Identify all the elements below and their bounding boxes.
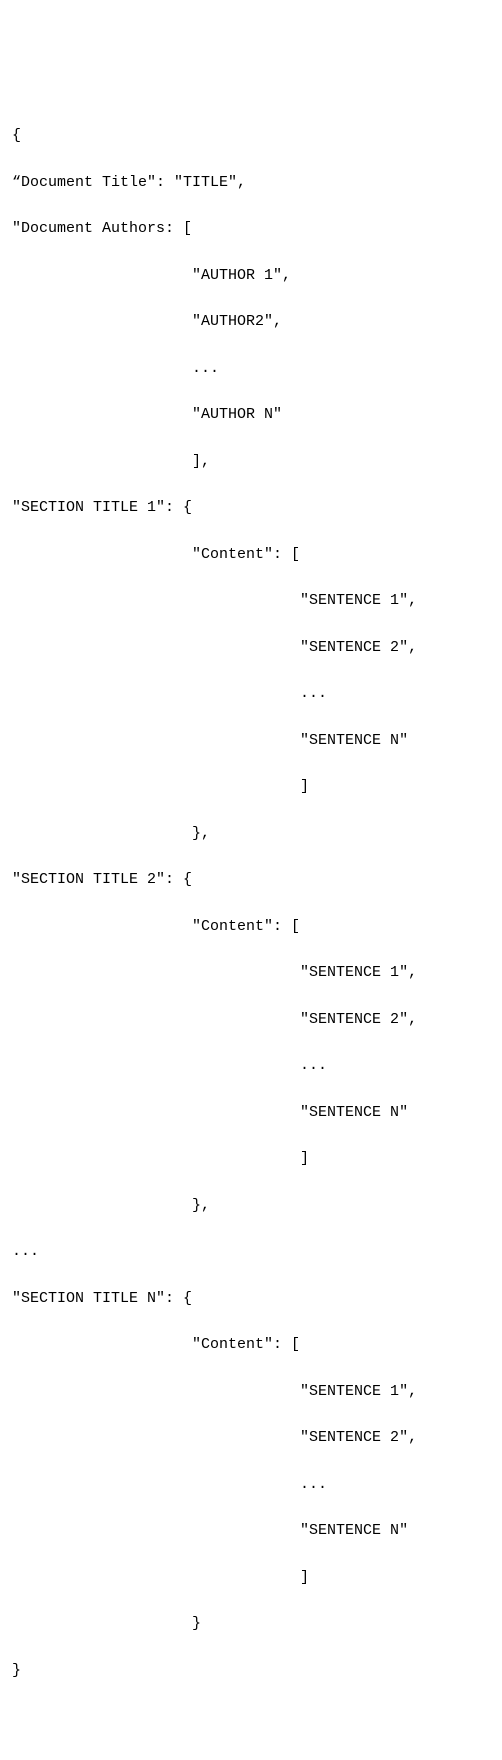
code-line: "SENTENCE N" bbox=[12, 729, 490, 752]
code-line: ... bbox=[12, 1473, 490, 1496]
code-line: "SENTENCE 1", bbox=[12, 1380, 490, 1403]
code-line: "SENTENCE 2", bbox=[12, 1426, 490, 1449]
code-line: "Content": [ bbox=[12, 915, 490, 938]
code-line: ] bbox=[12, 1147, 490, 1170]
code-line: "SENTENCE 2", bbox=[12, 636, 490, 659]
code-line: "SENTENCE 1", bbox=[12, 589, 490, 612]
code-line: ... bbox=[12, 1240, 490, 1263]
code-line: "Content": [ bbox=[12, 543, 490, 566]
json-template-document: { “Document Title": "TITLE", "Document A… bbox=[12, 101, 490, 1705]
code-line: "AUTHOR2", bbox=[12, 310, 490, 333]
code-line: { bbox=[12, 124, 490, 147]
code-line: "SECTION TITLE 1": { bbox=[12, 496, 490, 519]
code-line: "SENTENCE 2", bbox=[12, 1008, 490, 1031]
code-line: "SECTION TITLE N": { bbox=[12, 1287, 490, 1310]
code-line: ] bbox=[12, 775, 490, 798]
code-line: ... bbox=[12, 1054, 490, 1077]
code-line: ... bbox=[12, 682, 490, 705]
code-line: }, bbox=[12, 1194, 490, 1217]
code-line: } bbox=[12, 1612, 490, 1635]
code-line: "SENTENCE N" bbox=[12, 1519, 490, 1542]
code-line: "AUTHOR N" bbox=[12, 403, 490, 426]
code-line: ... bbox=[12, 357, 490, 380]
code-line: } bbox=[12, 1659, 490, 1682]
code-line: "Document Authors: [ bbox=[12, 217, 490, 240]
code-line: "Content": [ bbox=[12, 1333, 490, 1356]
code-line: "AUTHOR 1", bbox=[12, 264, 490, 287]
code-line: "SENTENCE 1", bbox=[12, 961, 490, 984]
code-line: ], bbox=[12, 450, 490, 473]
code-line: “Document Title": "TITLE", bbox=[12, 171, 490, 194]
code-line: ] bbox=[12, 1566, 490, 1589]
code-line: "SENTENCE N" bbox=[12, 1101, 490, 1124]
code-line: }, bbox=[12, 822, 490, 845]
